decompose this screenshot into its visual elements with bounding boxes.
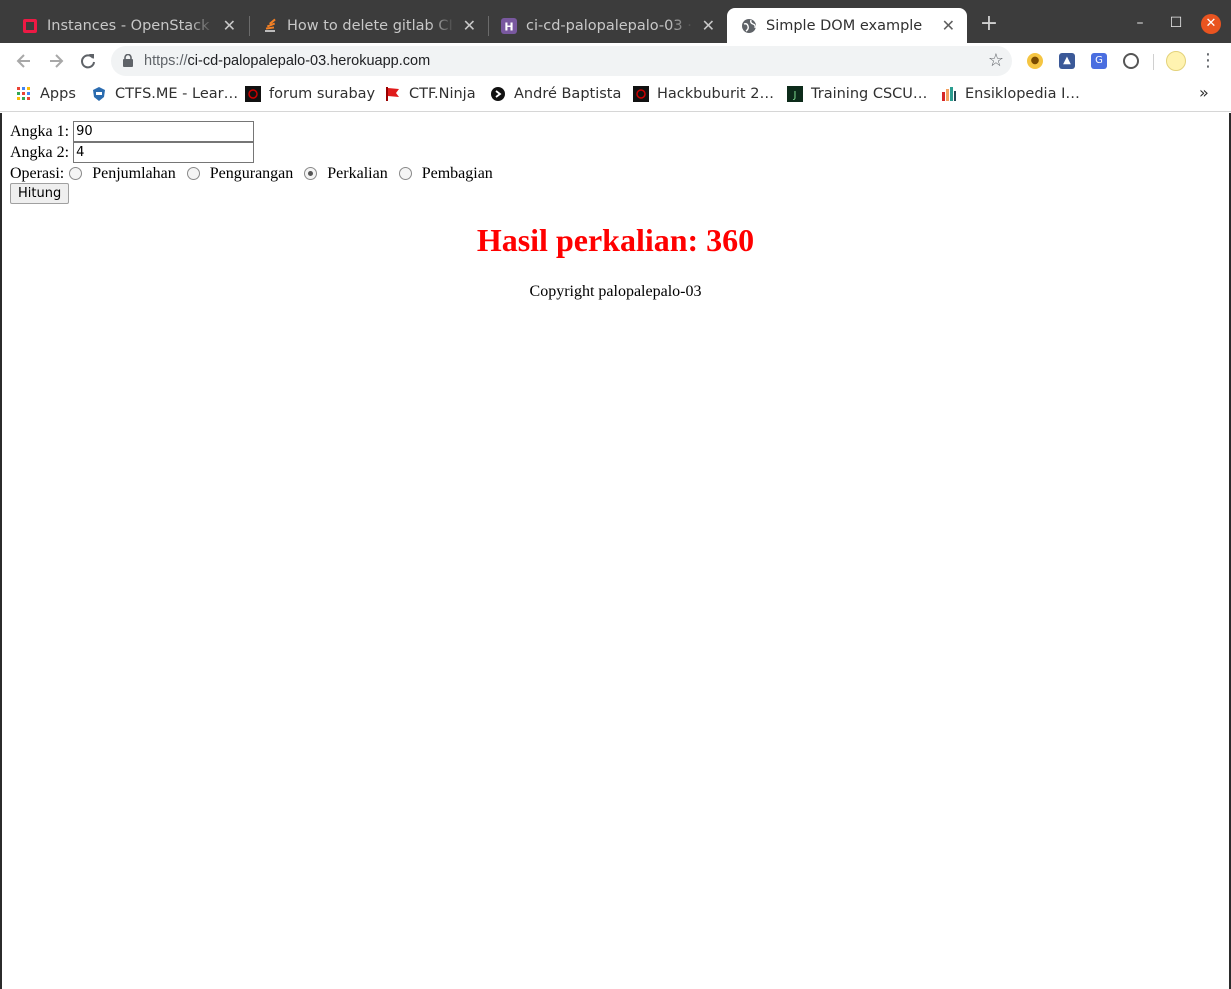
operasi-label: Operasi: bbox=[10, 164, 65, 182]
stackoverflow-icon bbox=[262, 18, 278, 34]
address-bar[interactable]: https://ci-cd-palopalepalo-03.herokuapp.… bbox=[111, 46, 1012, 76]
hackbuburit-icon bbox=[633, 86, 649, 102]
angka1-label: Angka 1: bbox=[10, 122, 70, 140]
angka1-input[interactable] bbox=[73, 121, 255, 142]
bookmark-star-icon[interactable]: ☆ bbox=[988, 46, 1004, 76]
translate-extension-icon[interactable]: G bbox=[1091, 53, 1107, 69]
lock-icon bbox=[123, 54, 133, 67]
radio-label-pembagian: Pembagian bbox=[421, 164, 493, 182]
kebab-menu-icon[interactable]: ⋮ bbox=[1198, 49, 1218, 73]
bookmark-apps[interactable]: Apps bbox=[16, 79, 76, 109]
new-tab-button[interactable]: + bbox=[979, 12, 999, 36]
heroku-icon: H bbox=[501, 17, 517, 34]
forward-arrow-icon bbox=[50, 54, 64, 68]
extension-icon[interactable]: ▲ bbox=[1059, 53, 1075, 69]
angka1-row: Angka 1: bbox=[10, 121, 255, 142]
globe-icon bbox=[741, 18, 757, 34]
circle-extension-icon[interactable] bbox=[1123, 53, 1139, 69]
angka2-row: Angka 2: bbox=[10, 142, 255, 163]
close-icon[interactable]: ✕ bbox=[942, 16, 955, 35]
tab-heroku[interactable]: H ci-cd-palopalepalo-03 · Se ✕ bbox=[487, 8, 727, 43]
bookmark-label: Hackbuburit 2… bbox=[657, 86, 774, 102]
back-button[interactable] bbox=[13, 50, 35, 72]
ensiklopedia-icon bbox=[942, 87, 956, 101]
forward-button[interactable] bbox=[45, 50, 67, 72]
angka2-input[interactable] bbox=[73, 142, 255, 163]
radio-perkalian[interactable] bbox=[304, 167, 318, 180]
close-icon[interactable]: ✕ bbox=[463, 16, 476, 35]
bookmark-label: CTFS.ME - Lear… bbox=[115, 86, 239, 102]
bookmark-forum-surabay[interactable]: forum surabay bbox=[245, 79, 375, 109]
cookie-extension-icon[interactable]: ● bbox=[1027, 53, 1043, 69]
url-text: https://ci-cd-palopalepalo-03.herokuapp.… bbox=[144, 46, 430, 76]
bookmarks-bar: Apps CTFS.ME - Lear… forum surabay CTF.N… bbox=[0, 79, 1231, 112]
bookmark-label: Training CSCU… bbox=[811, 86, 928, 102]
flag-icon bbox=[386, 87, 399, 101]
more-bookmarks-icon[interactable]: » bbox=[1199, 83, 1209, 102]
radio-penjumlahan[interactable] bbox=[69, 167, 83, 180]
forum-icon bbox=[245, 86, 261, 102]
result-heading: Hasil perkalian: 360 bbox=[476, 222, 755, 258]
ctfsme-icon bbox=[93, 87, 105, 101]
training-icon: J bbox=[787, 86, 803, 102]
bookmark-label: forum surabay bbox=[269, 86, 376, 102]
bookmark-andre-baptista[interactable]: André Baptista bbox=[490, 79, 621, 109]
tab-title: ci-cd-palopalepalo-03 · Se bbox=[526, 17, 694, 34]
url-scheme: https:// bbox=[144, 53, 188, 69]
close-icon[interactable]: ✕ bbox=[702, 16, 715, 35]
bookmark-training-cscu[interactable]: J Training CSCU… bbox=[787, 79, 927, 109]
radio-label-pengurangan: Pengurangan bbox=[209, 164, 294, 182]
bookmark-ensiklopedia[interactable]: Ensiklopedia I… bbox=[941, 79, 1080, 109]
tab-title: Instances - OpenStack Da bbox=[47, 17, 215, 34]
radio-label-penjumlahan: Penjumlahan bbox=[92, 164, 176, 182]
apps-grid-icon bbox=[17, 87, 30, 100]
tab-simple-dom[interactable]: Simple DOM example ✕ bbox=[727, 8, 967, 43]
radio-pengurangan[interactable] bbox=[186, 167, 200, 180]
minimize-button[interactable]: – bbox=[1127, 10, 1153, 36]
page-content: Angka 1: Angka 2: Operasi: Penjumlahan P… bbox=[2, 113, 1229, 989]
chevron-circle-icon bbox=[491, 87, 505, 101]
window-close-button[interactable]: ✕ bbox=[1201, 14, 1221, 34]
bookmark-label: Ensiklopedia I… bbox=[965, 86, 1080, 102]
profile-avatar[interactable] bbox=[1166, 51, 1186, 71]
tab-stackoverflow[interactable]: How to delete gitlab CI jol ✕ bbox=[248, 8, 488, 43]
bookmark-label: CTF.Ninja bbox=[409, 86, 476, 102]
hitung-button[interactable]: Hitung bbox=[10, 183, 70, 204]
bookmark-label: Apps bbox=[40, 86, 76, 102]
tab-strip: Instances - OpenStack Da ✕ How to delete… bbox=[0, 0, 1231, 43]
radio-pembagian[interactable] bbox=[398, 167, 412, 180]
maximize-button[interactable]: ☐ bbox=[1163, 10, 1189, 36]
bookmark-ctfsme[interactable]: CTFS.ME - Lear… bbox=[91, 79, 238, 109]
reload-icon bbox=[81, 54, 95, 69]
back-arrow-icon bbox=[16, 54, 30, 68]
toolbar-divider bbox=[1153, 54, 1154, 70]
tab-title: How to delete gitlab CI jol bbox=[287, 17, 455, 34]
bookmark-label: André Baptista bbox=[514, 86, 622, 102]
url-host: ci-cd-palopalepalo-03.herokuapp.com bbox=[187, 53, 431, 69]
operasi-row: Operasi: Penjumlahan Pengurangan Perkali… bbox=[10, 163, 499, 184]
browser-toolbar: https://ci-cd-palopalepalo-03.herokuapp.… bbox=[0, 43, 1231, 79]
svg-text:J: J bbox=[793, 90, 797, 101]
bookmark-hackbuburit[interactable]: Hackbuburit 2… bbox=[633, 79, 774, 109]
angka2-label: Angka 2: bbox=[10, 143, 70, 161]
tab-title: Simple DOM example bbox=[766, 17, 923, 34]
bookmark-ctf-ninja[interactable]: CTF.Ninja bbox=[385, 79, 476, 109]
tab-openstack[interactable]: Instances - OpenStack Da ✕ bbox=[8, 8, 248, 43]
radio-label-perkalian: Perkalian bbox=[327, 164, 388, 182]
svg-text:H: H bbox=[504, 20, 513, 33]
openstack-icon bbox=[22, 18, 38, 34]
reload-button[interactable] bbox=[77, 50, 99, 72]
close-icon[interactable]: ✕ bbox=[223, 16, 236, 35]
copyright-text: Copyright palopalepalo-03 bbox=[529, 283, 702, 300]
